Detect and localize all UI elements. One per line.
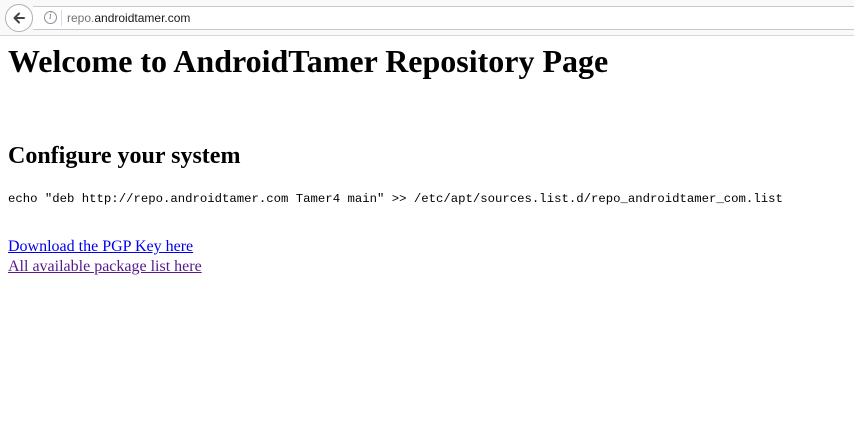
apt-command-text: echo "deb http://repo.androidtamer.com T… [8, 192, 783, 206]
package-list-link[interactable]: All available package list here [8, 257, 202, 277]
url-domain: androidtamer.com [94, 11, 191, 25]
address-bar[interactable]: i repo.androidtamer.com [33, 6, 854, 30]
url-subdomain: repo. [67, 11, 95, 25]
url-separator [61, 10, 62, 26]
back-arrow-icon [13, 12, 25, 24]
links-list: Download the PGP Key here All available … [8, 237, 202, 277]
page-title: Welcome to AndroidTamer Repository Page [8, 43, 609, 79]
url-text[interactable]: repo.androidtamer.com [67, 10, 190, 26]
browser-toolbar: i repo.androidtamer.com [0, 0, 854, 36]
info-icon[interactable]: i [44, 11, 57, 24]
section-title: Configure your system [8, 143, 241, 169]
back-button[interactable] [5, 4, 33, 32]
pgp-key-link[interactable]: Download the PGP Key here [8, 237, 202, 257]
